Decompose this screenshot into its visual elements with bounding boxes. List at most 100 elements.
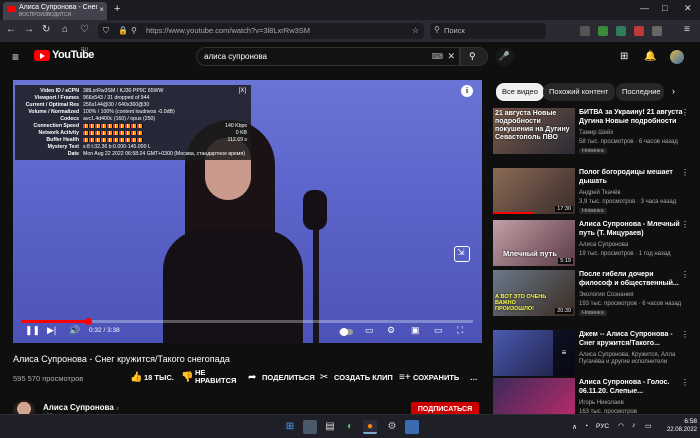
channel-name[interactable]: Алиса Супронова ♪ (43, 403, 119, 412)
recommendation-title[interactable]: Полог богородицы мешает дышать (579, 168, 687, 186)
url-text[interactable]: https://www.youtube.com/watch?v=3l8LxrRw… (146, 26, 310, 35)
recommendation-item[interactable]: А ВОТ ЭТО ОЧЕНЬ ВАЖНО ПРОИЗОШЛО! 20:30 П… (493, 270, 689, 320)
recommendation-channel[interactable]: Тамир Шейх (579, 130, 613, 136)
recommendation-thumbnail[interactable]: А ВОТ ЭТО ОЧЕНЬ ВАЖНО ПРОИЗОШЛО! 20:30 (493, 270, 575, 316)
more-options-icon[interactable]: ⋮ (681, 168, 689, 177)
autoplay-toggle[interactable] (339, 328, 353, 336)
avatar[interactable] (670, 50, 684, 64)
recommendation-channel[interactable]: Алиса Супронова, Кружится, Алла Пугачёва… (579, 352, 687, 366)
recommendation-item[interactable]: 21 августа Новые подробности покушения н… (493, 108, 689, 158)
more-actions-icon[interactable]: … (470, 373, 478, 382)
stats-close-button[interactable]: [X] (239, 88, 246, 94)
more-options-icon[interactable]: ⋮ (681, 270, 689, 279)
account-icon[interactable] (652, 26, 662, 36)
recommendation-title[interactable]: Джем -- Алиса Супронова - Снег кружится/… (579, 330, 687, 348)
chip-recent[interactable]: Последние (616, 83, 664, 101)
recommendation-item[interactable]: ≡ Джем -- Алиса Супронова - Снег кружитс… (493, 330, 689, 380)
wifi-icon[interactable]: ◠ (618, 422, 624, 430)
create-clip-button[interactable]: СОЗДАТЬ КЛИП (334, 373, 393, 382)
new-tab-button[interactable]: + (114, 3, 120, 15)
recommendation-thumbnail[interactable]: 17:30 (493, 168, 575, 214)
hamburger-menu-icon[interactable]: ≡ (12, 50, 19, 64)
clip-icon[interactable]: ✂ (320, 372, 328, 383)
browser-tab[interactable]: Алиса Супронова - Снег кружится ВОСПРОИЗ… (3, 2, 107, 20)
create-video-icon[interactable]: ⊞ (620, 51, 628, 62)
keyboard-icon[interactable]: ⌨ (431, 52, 443, 61)
recommendation-thumbnail[interactable]: Млечный путь 5:19 (493, 220, 575, 266)
clear-search-icon[interactable]: ✕ (447, 51, 455, 62)
subtitles-icon[interactable]: ▭ (365, 325, 374, 336)
share-button[interactable]: ПОДЕЛИТЬСЯ (262, 373, 315, 382)
recommendation-thumbnail[interactable]: 21 августа Новые подробности покушения н… (493, 108, 575, 154)
recommendation-channel[interactable]: Экология Сознания (579, 292, 634, 298)
tab-close-icon[interactable]: × (99, 5, 104, 14)
dislike-icon[interactable]: 👎 (181, 372, 193, 383)
next-icon[interactable]: ▶| (47, 325, 56, 336)
voice-search-icon[interactable]: 🎤 (495, 47, 514, 66)
maximize-button[interactable]: □ (662, 3, 667, 13)
tray-chevron-icon[interactable]: ∧ (572, 423, 577, 431)
extension-icon[interactable] (634, 26, 644, 36)
lock-icon[interactable]: 🔒 (118, 26, 128, 35)
like-icon[interactable]: 👍 (130, 372, 142, 383)
search-button[interactable]: ⚲ (460, 47, 488, 66)
recommendation-thumbnail[interactable]: ≡ (493, 330, 575, 376)
fullscreen-icon[interactable]: ⛶ (457, 325, 463, 336)
settings-gear-icon[interactable]: ⚙ (387, 325, 395, 336)
like-count[interactable]: 18 ТЫС. (144, 373, 174, 382)
settings-gear-icon[interactable]: ⚙ (385, 420, 399, 434)
youtube-logo-icon[interactable] (34, 50, 50, 61)
language-indicator[interactable]: РУС (596, 423, 609, 430)
volume-icon[interactable]: 🔊 (69, 325, 80, 336)
recommendation-item[interactable]: Млечный путь 5:19 Алиса Супронова - Млеч… (493, 220, 689, 270)
info-icon[interactable]: i (461, 85, 473, 97)
extension-icon[interactable] (598, 26, 608, 36)
app-icon[interactable]: ◐ (343, 420, 357, 434)
video-player[interactable]: [X] Video ID / sCPN 3l8LxrRw3SM / KJ30 PP… (13, 80, 482, 343)
speaker-icon[interactable]: ♪ (632, 422, 636, 429)
more-options-icon[interactable]: ⋮ (681, 330, 689, 339)
windows-start-icon[interactable]: ⊞ (283, 420, 297, 434)
more-options-icon[interactable]: ⋮ (681, 378, 689, 387)
close-window-button[interactable]: ✕ (684, 3, 692, 14)
dislike-button[interactable]: НЕ НРАВИТСЯ (195, 369, 236, 385)
firefox-icon[interactable]: ● (363, 420, 377, 434)
chips-next-icon[interactable]: › (672, 86, 675, 96)
pause-icon[interactable]: ❚❚ (25, 325, 40, 336)
minimize-button[interactable]: — (640, 3, 649, 13)
app-menu-icon[interactable]: ≡ (684, 24, 690, 35)
photos-app-icon[interactable] (303, 420, 317, 434)
notifications-bell-icon[interactable]: 🔔 (644, 51, 656, 62)
shield-icon[interactable]: ⛉ (103, 26, 109, 36)
pocket-extension-icon[interactable] (580, 26, 590, 36)
recommendation-title[interactable]: БИТВА за Украину! 21 августа Дугина Новы… (579, 108, 687, 126)
theater-mode-icon[interactable]: ▭ (434, 325, 443, 336)
recommendation-channel[interactable]: Алиса Супронова (579, 242, 628, 248)
more-options-icon[interactable]: ⋮ (681, 108, 689, 117)
recommendation-item[interactable]: 17:30 Полог богородицы мешает дышать Анд… (493, 168, 689, 218)
clock-time[interactable]: 6:58 (665, 418, 697, 425)
pocket-icon[interactable]: ♡ (80, 24, 89, 35)
browser-search-box[interactable]: ⚲ Поиск (430, 23, 546, 39)
recommendation-title[interactable]: Алиса Супронова - Голос. 06.11.20. Слепы… (579, 378, 687, 396)
recommendation-channel[interactable]: Игорь Николаев (579, 400, 624, 406)
extension-icon[interactable] (616, 26, 626, 36)
recommendation-channel[interactable]: Андрей Ткачёв (579, 190, 621, 196)
save-button[interactable]: СОХРАНИТЬ (413, 373, 459, 382)
save-icon[interactable]: ≡+ (399, 372, 411, 383)
task-view-icon[interactable]: ▤ (323, 420, 337, 434)
app-icon[interactable] (405, 420, 419, 434)
recommendation-title[interactable]: Алиса Супронова - Млечный путь (Т. Мицур… (579, 220, 687, 238)
reload-icon[interactable]: ↻ (42, 24, 50, 35)
forward-icon[interactable]: → (24, 24, 34, 35)
search-query[interactable]: алиса супронова (204, 52, 267, 61)
miniplayer-icon[interactable]: ⇲ (454, 246, 470, 262)
share-icon[interactable]: ➦ (248, 372, 256, 383)
miniplayer-icon[interactable]: ▣ (411, 325, 420, 336)
recommendation-title[interactable]: После гибели дочери философ и общественн… (579, 270, 687, 288)
network-icon[interactable]: ◔ (584, 423, 588, 430)
clock-date[interactable]: 22.08.2022 (659, 427, 697, 433)
back-icon[interactable]: ← (6, 24, 16, 35)
progress-bar[interactable] (22, 318, 473, 325)
bookmark-star-icon[interactable]: ☆ (412, 26, 419, 35)
